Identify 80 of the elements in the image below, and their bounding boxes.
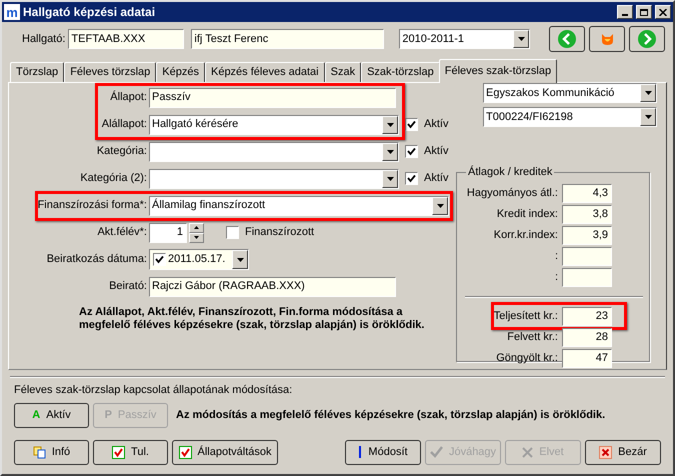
tab[interactable]: Képzés xyxy=(156,62,205,82)
field-label: Állapot: xyxy=(109,90,148,106)
maximize-icon[interactable] xyxy=(636,5,652,19)
value-field: 23 xyxy=(562,307,612,326)
tab[interactable]: Szak xyxy=(324,62,362,82)
field-label: : xyxy=(554,270,559,286)
dropdown-field[interactable]: Hallgató kérésére xyxy=(149,114,399,134)
checkbox[interactable] xyxy=(153,253,166,266)
dropdown-field[interactable]: Államilag finanszírozott xyxy=(149,196,449,216)
field-label: : xyxy=(554,249,559,264)
chevron-right-icon xyxy=(638,30,656,48)
inheritance-note: Az Alállapot, Akt.félév, Finanszírozott, Fin.forma módosítása a megfelelő féléves képzésekre (szak, törzslap alapján) is öröklődik. xyxy=(79,306,426,332)
cat-head-icon xyxy=(600,32,614,46)
status-button[interactable]: A Aktív xyxy=(14,402,89,428)
date-picker[interactable]: 2011.05.17. xyxy=(149,249,249,270)
close-icon[interactable] xyxy=(655,5,671,19)
previous-button[interactable] xyxy=(549,26,585,52)
field-label: Korr.kr.index: xyxy=(492,228,559,244)
checkbox-icon xyxy=(178,446,192,458)
inheritance-note: Az módosítás a megfelelő féléves képzésekre (szak, törzslap alapján) is öröklődik. xyxy=(176,408,606,423)
text-field[interactable]: Passzív xyxy=(149,88,396,108)
app-logo: m xyxy=(4,4,20,20)
checkbox[interactable] xyxy=(226,226,239,239)
field-label: Göngyölt kr.: xyxy=(495,351,559,366)
window-title: Hallgató képzési adatai xyxy=(23,4,156,21)
checkbox-label: Aktív xyxy=(424,171,448,186)
footer-button[interactable]: Tul. xyxy=(93,440,168,464)
field-label: Kredit index: xyxy=(496,207,559,222)
value-field xyxy=(562,247,612,266)
checkbox-icon xyxy=(112,446,126,458)
next-button[interactable] xyxy=(629,26,665,52)
checkbox-label: Aktív xyxy=(424,117,448,132)
tab[interactable]: Féleves törzslap xyxy=(64,62,156,82)
value-field: 47 xyxy=(562,349,612,368)
copy-icon xyxy=(32,446,46,458)
chevron-left-icon xyxy=(558,30,576,48)
tab[interactable]: Féleves szak-törzslap xyxy=(438,59,558,83)
dropdown-field[interactable] xyxy=(149,168,399,188)
checkbox[interactable] xyxy=(405,118,418,131)
checkbox-label: Finanszírozott xyxy=(245,225,314,240)
minimize-icon[interactable] xyxy=(617,5,633,19)
value-field: 3,9 xyxy=(562,226,612,245)
section-label: Féleves szak-törzslap kapcsolat állapotának módosítása: xyxy=(14,383,294,398)
group-title: Átlagok / kreditek xyxy=(466,166,554,179)
checkmark-icon xyxy=(430,446,443,458)
dropdown-field[interactable]: T000224/FI62198 xyxy=(483,107,657,127)
value-field: 4,3 xyxy=(562,184,612,203)
close-icon xyxy=(599,446,612,458)
x-icon xyxy=(522,446,534,458)
footer-button[interactable]: Állapotváltások xyxy=(172,440,278,464)
dropdown-field[interactable] xyxy=(149,142,399,162)
field-label: Felvett kr.: xyxy=(506,330,559,346)
footer-button[interactable]: Bezár xyxy=(585,440,661,464)
field-label: Hallgató: xyxy=(22,32,66,47)
field-label: Kategória (2): xyxy=(79,171,148,186)
value-field xyxy=(562,268,612,287)
field-label: Kategória: xyxy=(96,144,148,160)
spin-buttons[interactable] xyxy=(189,222,204,242)
number-field[interactable]: 1 xyxy=(149,222,187,242)
footer-button[interactable]: Infó xyxy=(14,440,89,464)
tab[interactable]: Képzés féleves adatai xyxy=(204,62,325,82)
footer-button[interactable]: Módosít xyxy=(345,440,421,464)
value-field: 28 xyxy=(562,328,612,347)
field-label: Hagyományos átl.: xyxy=(466,186,559,202)
semester-dropdown[interactable]: 2010-2011-1 xyxy=(399,29,530,49)
field-label: Teljesített kr.: xyxy=(492,309,559,324)
field-label: Alállapot: xyxy=(100,117,148,132)
field-label: Akt.félév*: xyxy=(96,225,148,240)
checkbox[interactable] xyxy=(405,145,418,158)
dropdown-field[interactable]: Egyszakos Kommunikáció xyxy=(483,83,657,103)
student-button[interactable] xyxy=(589,26,625,52)
field-label: Finanszírozási forma*: xyxy=(36,198,148,214)
field-label: Beiratkozás dátuma: xyxy=(46,252,148,268)
checkbox-label: Aktív xyxy=(424,144,448,160)
field-label: Beirató: xyxy=(108,279,148,294)
checkbox[interactable] xyxy=(405,172,418,185)
text-field[interactable]: Rajczi Gábor (RAGRAAB.XXX) xyxy=(149,276,396,296)
tab[interactable]: Törzslap xyxy=(10,62,64,82)
tab[interactable]: Szak-törzslap xyxy=(361,62,440,82)
value-field: 3,8 xyxy=(562,205,612,224)
